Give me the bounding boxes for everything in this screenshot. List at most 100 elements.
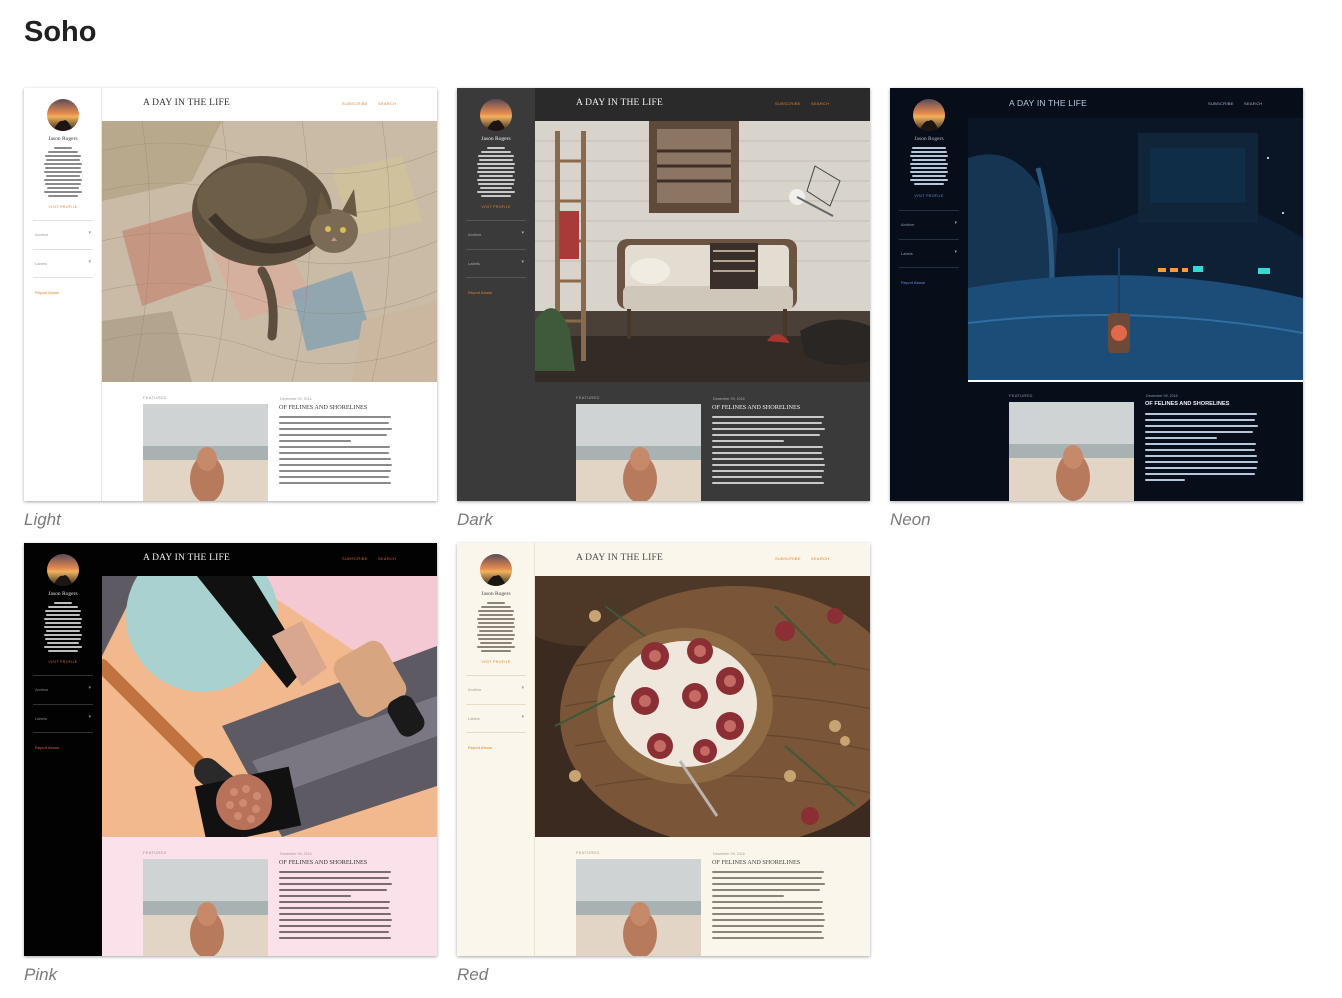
post-date: December 09, 2016 <box>280 397 312 401</box>
author-name: Jason Rogers <box>48 136 78 142</box>
labels-dropdown[interactable]: Labels ▾ <box>466 249 526 278</box>
chevron-down-icon: ▾ <box>521 259 524 265</box>
search-link[interactable]: Search <box>811 101 829 106</box>
blog-title: A DAY IN THE LIFE <box>576 98 663 108</box>
labels-dropdown[interactable]: Labels ▾ <box>33 249 93 278</box>
post-thumbnail <box>143 859 268 956</box>
theme-caption-red: Red <box>457 965 489 984</box>
subscribe-link[interactable]: Subscribe <box>1208 101 1234 106</box>
theme-card-neon[interactable]: Jason Rogers Visit profile Archive ▾ Lab… <box>890 88 1303 501</box>
blog-title: A DAY IN THE LIFE <box>143 98 230 108</box>
labels-dropdown[interactable]: Labels ▾ <box>899 239 959 268</box>
featured-label: Featured <box>1009 393 1033 398</box>
post-title[interactable]: OF FELINES AND SHORELINES <box>1145 401 1229 407</box>
preview-sidebar: Jason Rogers Visit profile Archive ▾ Lab… <box>457 543 535 956</box>
preview-header: A DAY IN THE LIFE Subscribe Search <box>102 88 437 121</box>
hero-image-cosmetics <box>95 543 437 846</box>
post-title[interactable]: OF FELINES AND SHORELINES <box>279 404 367 411</box>
author-name: Jason Rogers <box>48 591 78 597</box>
post-thumbnail <box>576 859 701 956</box>
hero-image-spaceship <box>967 118 1303 381</box>
preview-header: A DAY IN THE LIFE Subscribe Search <box>535 543 870 576</box>
blog-title: A DAY IN THE LIFE <box>576 553 663 563</box>
theme-caption-dark: Dark <box>457 510 493 529</box>
preview-sidebar: Jason Rogers Visit profile Archive ▾ Lab… <box>24 88 102 501</box>
featured-label: Featured <box>143 850 167 855</box>
subscribe-link[interactable]: Subscribe <box>775 556 801 561</box>
featured-post[interactable]: Featured December 09, 2016 OF FELINES AN… <box>102 837 437 956</box>
avatar <box>47 99 79 131</box>
theme-card-pink[interactable]: Jason Rogers Visit profile Archive ▾ Lab… <box>24 543 437 956</box>
subscribe-link[interactable]: Subscribe <box>342 556 368 561</box>
theme-caption-pink: Pink <box>24 965 58 984</box>
chevron-down-icon: ▾ <box>521 685 524 691</box>
theme-card-dark[interactable]: Jason Rogers Visit profile Archive ▾ Lab… <box>457 88 870 501</box>
featured-label: Featured <box>143 395 167 400</box>
post-date: December 09, 2016 <box>713 852 745 856</box>
post-date: December 09, 2016 <box>1146 394 1178 398</box>
hero-image-fig-tart <box>535 576 870 846</box>
hero-image-living-room <box>535 121 870 382</box>
visit-profile-link[interactable]: Visit profile <box>457 205 535 209</box>
chevron-down-icon: ▾ <box>954 220 957 226</box>
search-link[interactable]: Search <box>811 556 829 561</box>
blog-title: A DAY IN THE LIFE <box>143 553 230 563</box>
theme-card-light[interactable]: Jason Rogers Visit profile Archive ▾ Lab… <box>24 88 437 501</box>
theme-card-red[interactable]: Jason Rogers Visit profile Archive ▾ Lab… <box>457 543 870 956</box>
author-name: Jason Rogers <box>481 591 511 597</box>
visit-profile-link[interactable]: Visit profile <box>457 660 535 664</box>
post-thumbnail <box>143 404 268 501</box>
visit-profile-link[interactable]: Visit profile <box>24 205 102 209</box>
chevron-down-icon: ▾ <box>521 714 524 720</box>
post-title[interactable]: OF FELINES AND SHORELINES <box>279 859 367 866</box>
preview-header: A DAY IN THE LIFE Subscribe Search <box>968 88 1303 121</box>
preview-sidebar: Jason Rogers Visit profile Archive ▾ Lab… <box>890 88 968 501</box>
archive-dropdown[interactable]: Archive ▾ <box>33 220 93 248</box>
chevron-down-icon: ▾ <box>954 249 957 255</box>
archive-dropdown[interactable]: Archive ▾ <box>466 220 526 248</box>
post-title[interactable]: OF FELINES AND SHORELINES <box>712 404 800 411</box>
preview-header: A DAY IN THE LIFE Subscribe Search <box>102 543 437 576</box>
preview-header: A DAY IN THE LIFE Subscribe Search <box>535 88 870 121</box>
theme-caption-light: Light <box>24 510 61 529</box>
post-thumbnail <box>1009 402 1134 501</box>
featured-post[interactable]: Featured December 09, 2016 OF FELINES AN… <box>535 382 870 501</box>
visit-profile-link[interactable]: Visit profile <box>24 660 102 664</box>
search-link[interactable]: Search <box>1244 101 1262 106</box>
featured-label: Featured <box>576 395 600 400</box>
chevron-down-icon: ▾ <box>88 230 91 236</box>
chevron-down-icon: ▾ <box>88 714 91 720</box>
preview-sidebar: Jason Rogers Visit profile Archive ▾ Lab… <box>24 543 102 956</box>
archive-dropdown[interactable]: Archive ▾ <box>466 675 526 703</box>
archive-dropdown[interactable]: Archive ▾ <box>33 675 93 703</box>
visit-profile-link[interactable]: Visit profile <box>890 194 968 198</box>
featured-post[interactable]: Featured December 09, 2016 OF FELINES AN… <box>102 382 437 501</box>
avatar <box>480 554 512 586</box>
featured-post[interactable]: Featured December 09, 2016 OF FELINES AN… <box>968 382 1303 501</box>
subscribe-link[interactable]: Subscribe <box>342 101 368 106</box>
avatar <box>47 554 79 586</box>
chevron-down-icon: ▾ <box>88 259 91 265</box>
chevron-down-icon: ▾ <box>521 230 524 236</box>
report-abuse-link[interactable]: Report Abuse <box>468 745 492 750</box>
post-title[interactable]: OF FELINES AND SHORELINES <box>712 859 800 866</box>
labels-dropdown[interactable]: Labels ▾ <box>33 704 93 733</box>
post-thumbnail <box>576 404 701 501</box>
report-abuse-link[interactable]: Report Abuse <box>35 290 59 295</box>
chevron-down-icon: ▾ <box>88 685 91 691</box>
subscribe-link[interactable]: Subscribe <box>775 101 801 106</box>
page-title: Soho <box>24 16 97 48</box>
search-link[interactable]: Search <box>378 556 396 561</box>
author-name: Jason Rogers <box>481 136 511 142</box>
theme-caption-neon: Neon <box>890 510 931 529</box>
search-link[interactable]: Search <box>378 101 396 106</box>
author-name: Jason Rogers <box>914 136 944 142</box>
report-abuse-link[interactable]: Report Abuse <box>901 280 925 285</box>
report-abuse-link[interactable]: Report Abuse <box>35 745 59 750</box>
avatar <box>480 99 512 131</box>
labels-dropdown[interactable]: Labels ▾ <box>466 704 526 733</box>
report-abuse-link[interactable]: Report Abuse <box>468 290 492 295</box>
archive-dropdown[interactable]: Archive ▾ <box>899 210 959 238</box>
featured-post[interactable]: Featured December 09, 2016 OF FELINES AN… <box>535 837 870 956</box>
avatar <box>913 99 945 131</box>
